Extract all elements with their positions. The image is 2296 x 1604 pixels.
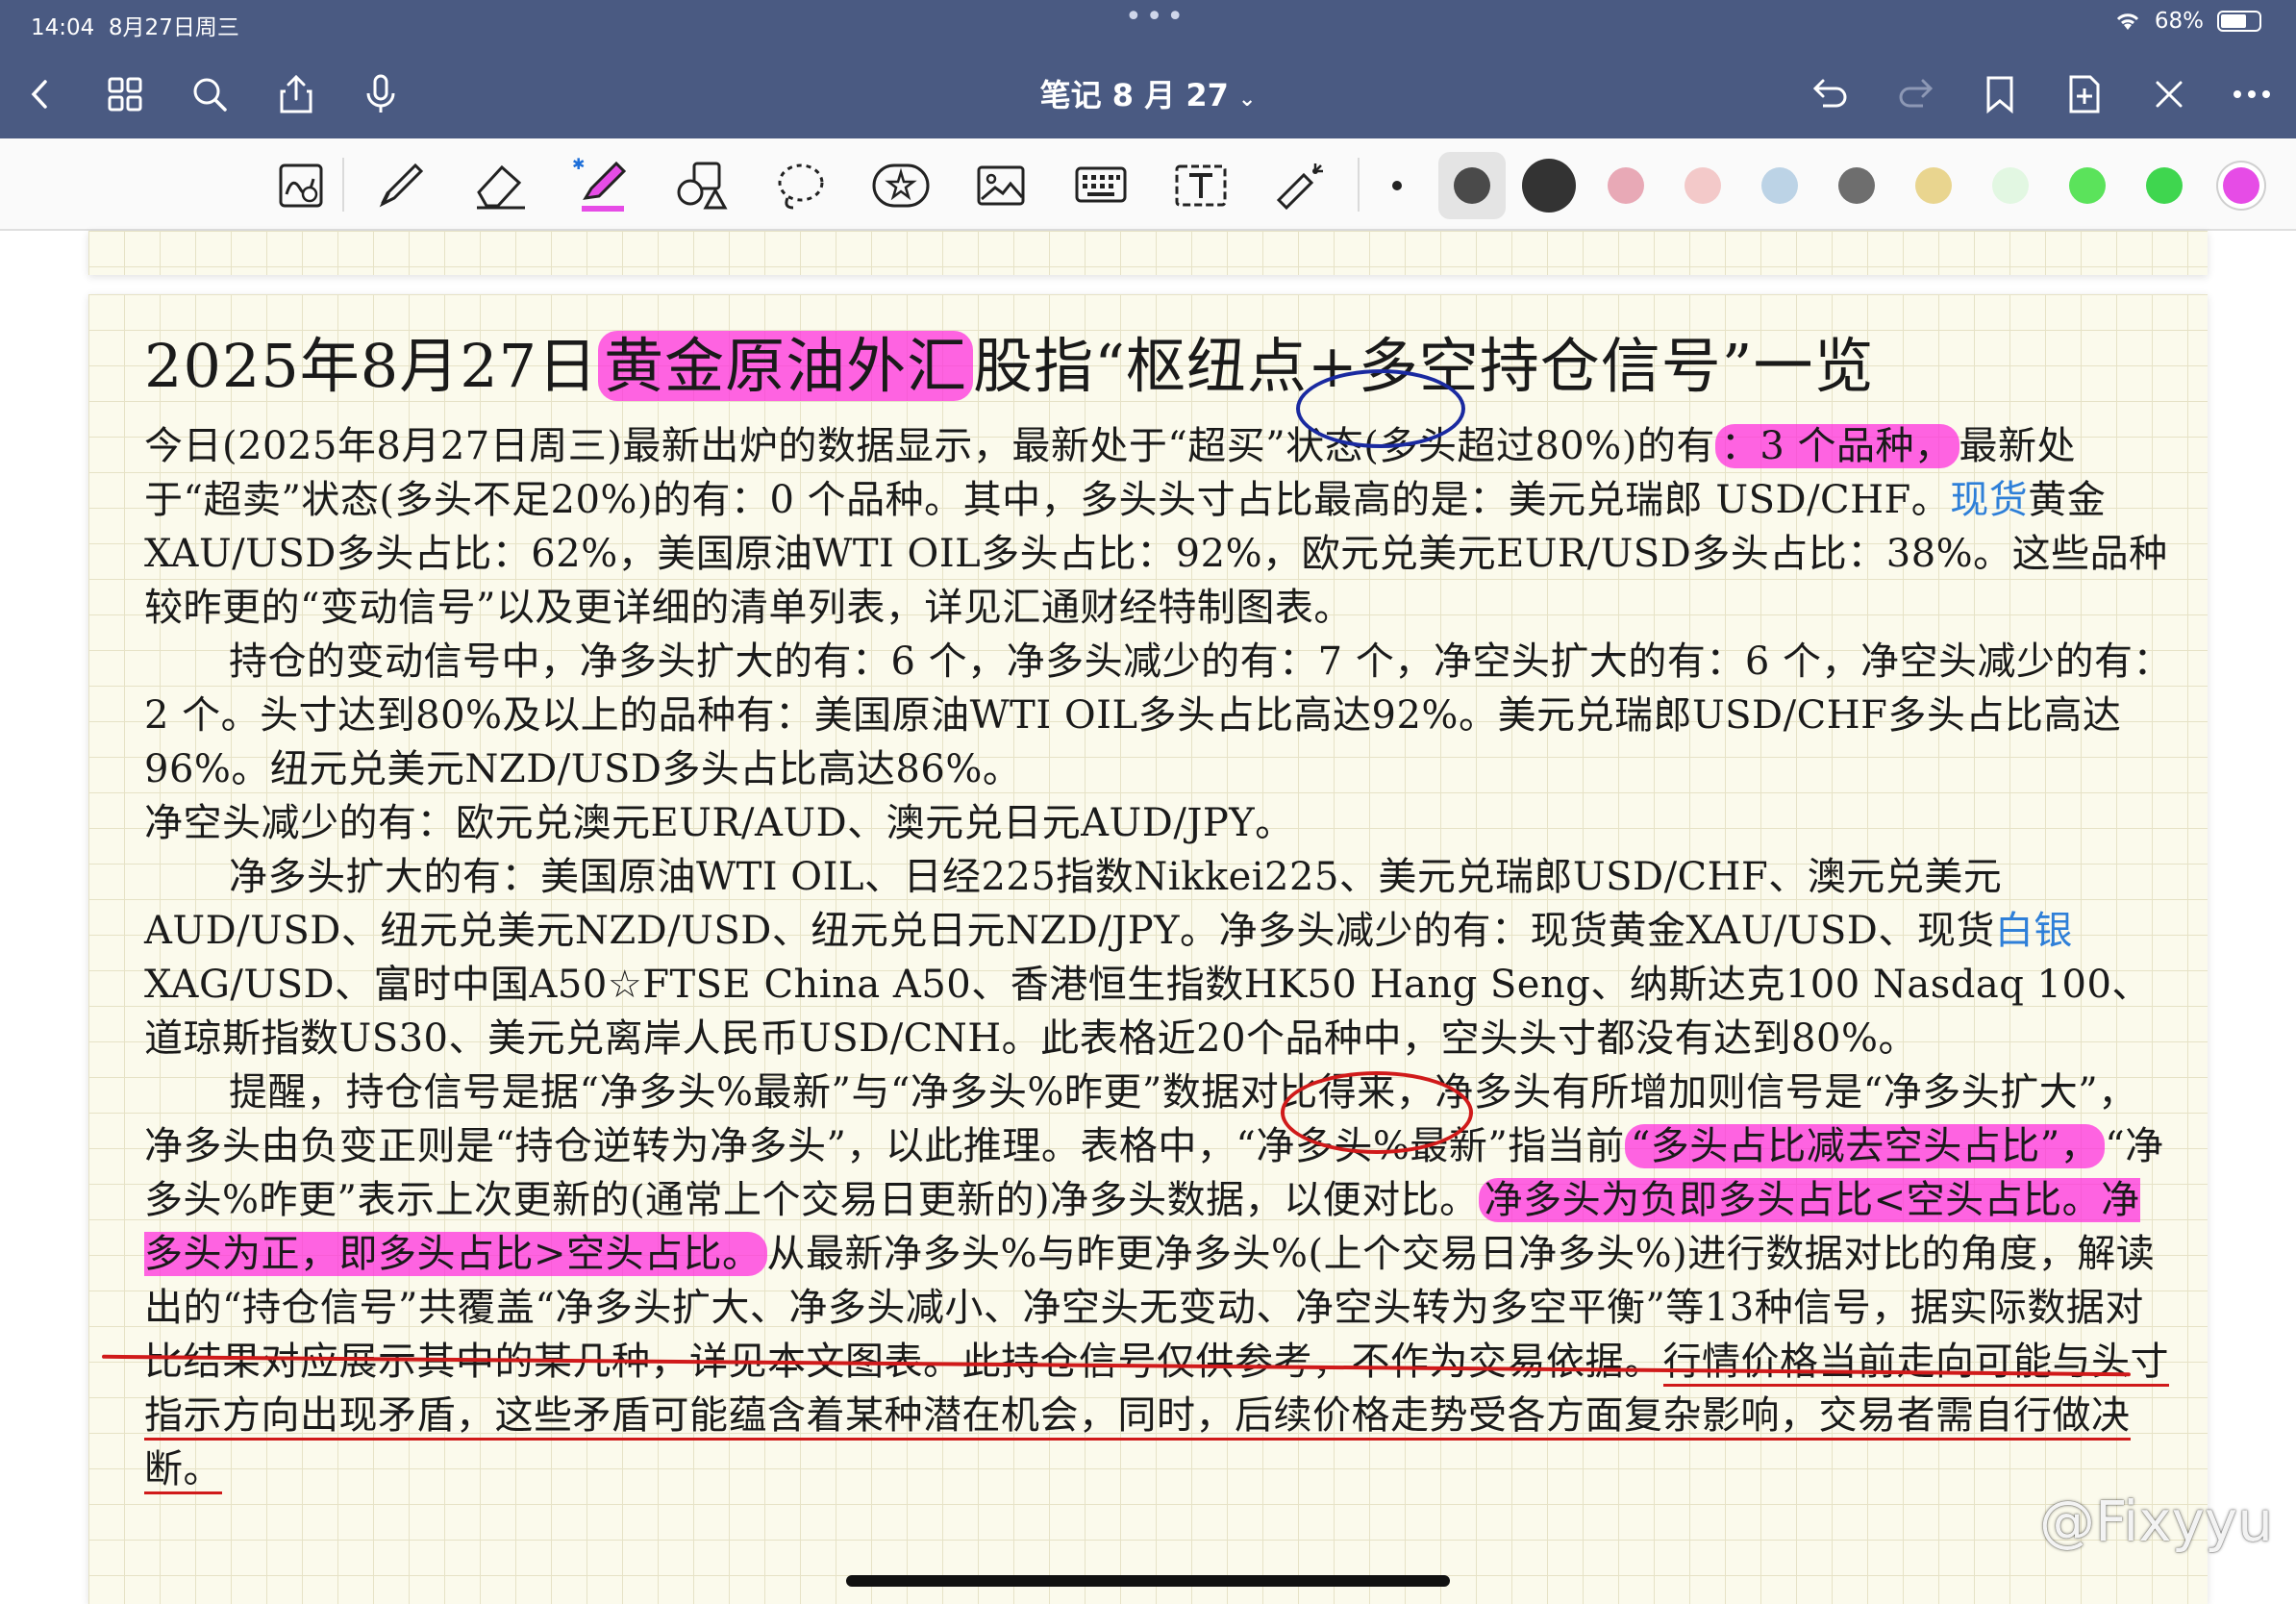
highlighted-text: ：3 个品种， <box>1714 424 1959 468</box>
keyboard-icon[interactable] <box>1067 152 1135 219</box>
watermark: @Fixyyu <box>2039 1489 2273 1554</box>
note-canvas[interactable]: 2025年8月27日黄金原油外汇股指“枢纽点+多空持仓信号”一览 今日(2025… <box>0 231 2296 1604</box>
toolbar-separator <box>1358 158 1360 212</box>
color-dot <box>1522 159 1576 213</box>
eraser-icon[interactable] <box>467 152 535 219</box>
link-word[interactable]: 现货 <box>1950 478 2028 522</box>
paragraph-4: 净多头扩大的有：美国原油WTI OIL、日经225指数Nikkei225、美元兑… <box>144 855 2151 1061</box>
svg-text:✱: ✱ <box>572 156 585 173</box>
color-swatch[interactable] <box>1977 152 2044 219</box>
color-swatch[interactable] <box>1669 152 1736 219</box>
toolbar-separator <box>342 158 344 212</box>
text-box-icon[interactable] <box>1167 152 1235 219</box>
battery-percent: 68% <box>2154 9 2204 34</box>
nav-bar: 笔记 8 月 27 ⌄ <box>0 58 2296 131</box>
shapes-icon[interactable] <box>667 152 735 219</box>
top-bar: 14:04 8月27日周三 ••• 68% 笔记 8 月 27 ⌄ <box>0 0 2296 138</box>
stroke-size-dot[interactable] <box>1363 152 1431 219</box>
undo-icon[interactable] <box>1802 65 1859 123</box>
color-dot <box>1838 167 1875 204</box>
link-word[interactable]: 白银 <box>1995 909 2073 953</box>
color-swatch[interactable] <box>2131 152 2198 219</box>
color-dot <box>1992 167 2029 204</box>
note-title-dropdown[interactable]: 笔记 8 月 27 ⌄ <box>0 71 2296 115</box>
color-swatch[interactable] <box>1900 152 1967 219</box>
highlighted-text: “多头占比减去空头占比”， <box>1624 1124 2106 1168</box>
status-date: 8月27日周三 <box>108 15 239 40</box>
lasso-icon[interactable] <box>767 152 835 219</box>
paragraph-1: 今日(2025年8月27日周三)最新出炉的数据显示，最新处于“超买”状态(多头超… <box>144 424 2168 630</box>
drawing-toolbar: ✱ <box>0 138 2296 231</box>
mic-icon[interactable] <box>352 65 410 123</box>
color-dot <box>2069 167 2106 204</box>
color-dot <box>2146 167 2183 204</box>
search-icon[interactable] <box>181 65 238 123</box>
status-bar: 14:04 8月27日周三 ••• 68% <box>0 0 2296 46</box>
highlighter-icon[interactable]: ✱ <box>567 152 635 219</box>
status-time: 14:04 8月27日周三 <box>31 15 239 40</box>
color-dot <box>1454 167 1490 204</box>
color-swatch[interactable] <box>1438 152 1506 219</box>
paragraph-5: 提醒，持仓信号是据“净多头%最新”与“净多头%昨更”数据对比得来，净多头有所增加… <box>144 1065 2173 1496</box>
add-page-icon[interactable] <box>2056 65 2113 123</box>
paragraph-2: 持仓的变动信号中，净多头扩大的有：6 个，净多头减少的有：7 个，净空头扩大的有… <box>144 639 2172 791</box>
color-swatch[interactable] <box>2054 152 2121 219</box>
battery-icon <box>2217 11 2261 32</box>
handwritten-note: 2025年8月27日黄金原油外汇股指“枢纽点+多空持仓信号”一览 今日(2025… <box>144 313 2173 1496</box>
color-swatch[interactable] <box>1515 152 1583 219</box>
pen-icon[interactable] <box>367 152 435 219</box>
previous-page <box>88 231 2208 275</box>
status-right: 68% <box>2114 9 2261 34</box>
bookmark-icon[interactable] <box>1971 65 2029 123</box>
color-swatch[interactable] <box>2208 152 2275 219</box>
color-swatch[interactable] <box>1592 152 1660 219</box>
home-indicator[interactable] <box>846 1575 1450 1587</box>
note-page[interactable]: 2025年8月27日黄金原油外汇股指“枢纽点+多空持仓信号”一览 今日(2025… <box>88 294 2208 1604</box>
grid-icon[interactable] <box>96 65 154 123</box>
more-icon[interactable] <box>2223 65 2281 123</box>
laser-pointer-icon[interactable] <box>1267 152 1335 219</box>
highlighted-text: 黄金原油外汇 <box>598 331 974 401</box>
color-dot <box>1685 167 1721 204</box>
wifi-icon <box>2116 13 2138 30</box>
color-dot <box>1915 167 1952 204</box>
chevron-down-icon: ⌄ <box>1237 88 1257 112</box>
red-circle-annotation <box>1281 1071 1473 1154</box>
color-dot <box>1608 167 1644 204</box>
back-icon[interactable] <box>12 65 69 123</box>
blue-circle-annotation <box>1296 369 1465 448</box>
redo-icon[interactable] <box>1886 65 1944 123</box>
color-swatch[interactable] <box>1823 152 1890 219</box>
multitask-dots[interactable]: ••• <box>1125 0 1187 34</box>
note-heading: 2025年8月27日黄金原油外汇股指“枢纽点+多空持仓信号”一览 <box>144 331 1875 401</box>
color-swatch[interactable] <box>1746 152 1813 219</box>
sticker-icon[interactable] <box>867 152 935 219</box>
image-icon[interactable] <box>967 152 1035 219</box>
share-icon[interactable] <box>267 65 325 123</box>
close-tools-icon[interactable] <box>2140 65 2198 123</box>
color-dot <box>2223 167 2259 204</box>
paragraph-3: 净空头减少的有：欧元兑澳元EUR/AUD、澳元兑日元AUD/JPY。 <box>144 801 1294 845</box>
lasso-zoom-icon[interactable] <box>267 152 335 219</box>
color-dot <box>1761 167 1798 204</box>
